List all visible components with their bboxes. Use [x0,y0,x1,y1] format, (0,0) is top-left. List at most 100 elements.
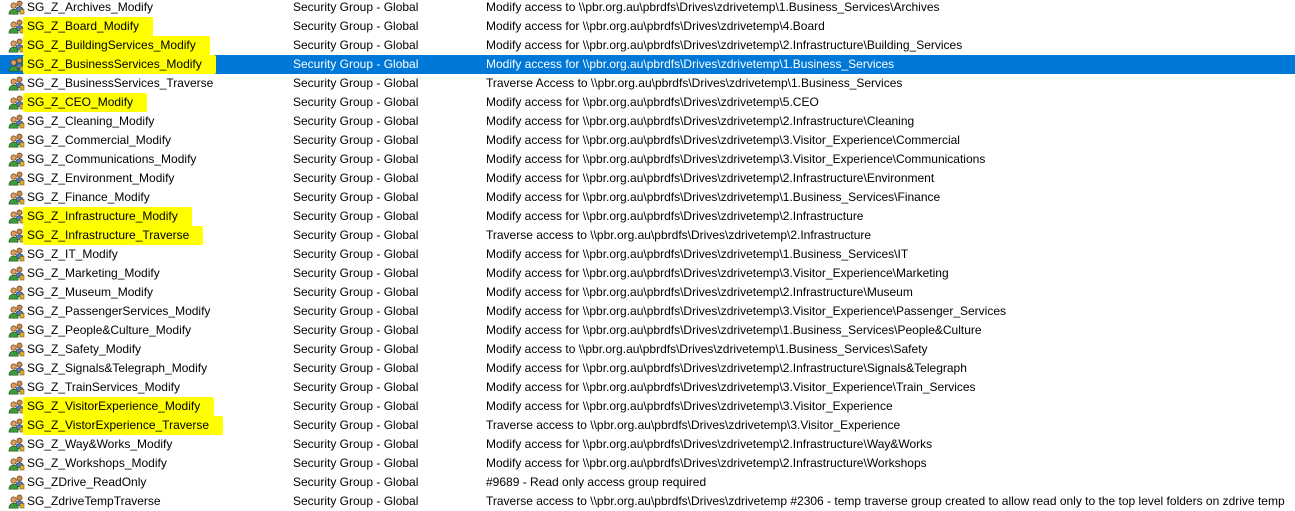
group-description: Traverse Access to \\pbr.org.au\pbrdfs\D… [486,76,903,90]
group-name: SG_Z_Board_Modify [23,17,154,36]
group-type: Security Group - Global [293,475,419,489]
group-list[interactable]: SG_Z_Archives_Modify Security Group - Gl… [0,0,1295,511]
group-name: SG_Z_BuildingServices_Modify [23,36,210,55]
list-item[interactable]: SG_Z_Workshops_Modify Security Group - G… [0,454,1295,473]
group-type: Security Group - Global [293,228,419,242]
list-item[interactable]: SG_ZdriveTempTraverse Security Group - G… [0,492,1295,511]
group-description: Modify access for \\pbr.org.au\pbrdfs\Dr… [486,399,893,413]
group-type: Security Group - Global [293,304,419,318]
list-item[interactable]: SG_Z_PassengerServices_Modify Security G… [0,302,1295,321]
list-item[interactable]: SG_Z_VisitorExperience_Modify Security G… [0,397,1295,416]
group-name: SG_Z_VistorExperience_Traverse [23,416,224,435]
group-name: SG_Z_Archives_Modify [27,0,154,14]
group-name: SG_Z_PassengerServices_Modify [27,304,211,318]
list-item[interactable]: SG_Z_BuildingServices_Modify Security Gr… [0,36,1295,55]
group-name-cell: SG_Z_BusinessServices_Traverse [27,74,227,93]
group-type: Security Group - Global [293,285,419,299]
group-type: Security Group - Global [293,190,419,204]
group-name: SG_Z_Infrastructure_Modify [23,207,192,226]
group-type: Security Group - Global [293,114,419,128]
list-item[interactable]: SG_Z_TrainServices_Modify Security Group… [0,378,1295,397]
group-description: Modify access for \\pbr.org.au\pbrdfs\Dr… [486,323,982,337]
group-name-cell: SG_Z_People&Culture_Modify [27,321,205,340]
list-item[interactable]: SG_Z_Signals&Telegraph_Modify Security G… [0,359,1295,378]
list-item[interactable]: SG_Z_Safety_Modify Security Group - Glob… [0,340,1295,359]
group-name: SG_Z_People&Culture_Modify [27,323,192,337]
list-item[interactable]: SG_Z_Commercial_Modify Security Group - … [0,131,1295,150]
group-name-cell: SG_Z_Way&Works_Modify [27,435,186,454]
list-item[interactable]: SG_Z_BusinessServices_Modify Security Gr… [0,55,1295,74]
group-description: #9689 - Read only access group required [486,475,707,489]
group-name-cell: SG_Z_BuildingServices_Modify [23,36,210,55]
list-item[interactable]: SG_Z_Finance_Modify Security Group - Glo… [0,188,1295,207]
list-item[interactable]: SG_Z_BusinessServices_Traverse Security … [0,74,1295,93]
list-item[interactable]: SG_Z_Board_Modify Security Group - Globa… [0,17,1295,36]
list-item[interactable]: SG_Z_Way&Works_Modify Security Group - G… [0,435,1295,454]
group-name: SG_Z_Infrastructure_Traverse [23,226,204,245]
list-item[interactable]: SG_Z_IT_Modify Security Group - Global M… [0,245,1295,264]
list-item[interactable]: SG_Z_CEO_Modify Security Group - Global … [0,93,1295,112]
group-name-cell: SG_Z_Environment_Modify [27,169,188,188]
group-description: Modify access for \\pbr.org.au\pbrdfs\Dr… [486,38,963,52]
group-name-cell: SG_Z_TrainServices_Modify [27,378,194,397]
group-description: Modify access for \\pbr.org.au\pbrdfs\Dr… [486,95,819,109]
group-description: Traverse access to \\pbr.org.au\pbrdfs\D… [486,228,872,242]
list-item[interactable]: SG_Z_People&Culture_Modify Security Grou… [0,321,1295,340]
group-description: Modify access for \\pbr.org.au\pbrdfs\Dr… [486,380,976,394]
group-name-cell: SG_Z_Infrastructure_Modify [23,207,192,226]
group-name-cell: SG_Z_CEO_Modify [23,93,148,112]
group-name-cell: SG_Z_Signals&Telegraph_Modify [27,359,221,378]
group-name: SG_Z_VisitorExperience_Modify [23,397,215,416]
group-name-cell: SG_Z_Communications_Modify [27,150,210,169]
group-name-cell: SG_Z_VisitorExperience_Modify [23,397,215,416]
group-name: SG_Z_IT_Modify [27,247,118,261]
list-item[interactable]: SG_Z_Communications_Modify Security Grou… [0,150,1295,169]
group-name: SG_Z_Workshops_Modify [27,456,167,470]
group-type: Security Group - Global [293,437,419,451]
group-type: Security Group - Global [293,399,419,413]
group-name-cell: SG_ZDrive_ReadOnly [27,473,160,492]
group-description: Traverse access to \\pbr.org.au\pbrdfs\D… [486,494,1285,508]
group-name-cell: SG_Z_Archives_Modify [27,0,167,17]
group-name: SG_Z_Way&Works_Modify [27,437,173,451]
group-description: Modify access for \\pbr.org.au\pbrdfs\Dr… [486,190,941,204]
group-name-cell: SG_Z_Safety_Modify [27,340,155,359]
group-name: SG_ZdriveTempTraverse [27,494,161,508]
group-name: SG_Z_Marketing_Modify [27,266,160,280]
group-name-cell: SG_Z_Finance_Modify [27,188,164,207]
group-description: Modify access for \\pbr.org.au\pbrdfs\Dr… [486,114,915,128]
group-name-cell: SG_Z_PassengerServices_Modify [27,302,224,321]
group-name: SG_ZDrive_ReadOnly [27,475,147,489]
group-description: Modify access for \\pbr.org.au\pbrdfs\Dr… [486,456,927,470]
group-description: Modify access for \\pbr.org.au\pbrdfs\Dr… [486,133,960,147]
list-item[interactable]: SG_Z_Marketing_Modify Security Group - G… [0,264,1295,283]
group-type: Security Group - Global [293,76,419,90]
list-item[interactable]: SG_Z_Cleaning_Modify Security Group - Gl… [0,112,1295,131]
list-item[interactable]: SG_ZDrive_ReadOnly Security Group - Glob… [0,473,1295,492]
group-type: Security Group - Global [293,209,419,223]
group-name-cell: SG_Z_Cleaning_Modify [27,112,168,131]
list-item[interactable]: SG_Z_Museum_Modify Security Group - Glob… [0,283,1295,302]
group-description: Modify access for \\pbr.org.au\pbrdfs\Dr… [486,361,967,375]
group-name-cell: SG_Z_Museum_Modify [27,283,167,302]
group-type: Security Group - Global [293,456,419,470]
list-item[interactable]: SG_Z_Infrastructure_Modify Security Grou… [0,207,1295,226]
group-description: Modify access for \\pbr.org.au\pbrdfs\Dr… [486,304,1007,318]
group-type: Security Group - Global [293,133,419,147]
group-description: Modify access for \\pbr.org.au\pbrdfs\Dr… [486,285,913,299]
list-item[interactable]: SG_Z_Archives_Modify Security Group - Gl… [0,0,1295,17]
list-item[interactable]: SG_Z_VistorExperience_Traverse Security … [0,416,1295,435]
group-name: SG_Z_BusinessServices_Traverse [27,76,214,90]
list-item[interactable]: SG_Z_Environment_Modify Security Group -… [0,169,1295,188]
group-name: SG_Z_Cleaning_Modify [27,114,155,128]
group-description: Modify access for \\pbr.org.au\pbrdfs\Dr… [486,437,933,451]
group-name-cell: SG_Z_BusinessServices_Modify [23,55,216,74]
group-type: Security Group - Global [293,380,419,394]
list-item[interactable]: SG_Z_Infrastructure_Traverse Security Gr… [0,226,1295,245]
group-description: Modify access for \\pbr.org.au\pbrdfs\Dr… [486,19,825,33]
group-description: Modify access for \\pbr.org.au\pbrdfs\Dr… [486,57,895,71]
group-name: SG_Z_CEO_Modify [23,93,148,112]
group-name-cell: SG_Z_VistorExperience_Traverse [23,416,224,435]
group-name: SG_Z_BusinessServices_Modify [23,55,216,74]
group-name-cell: SG_ZdriveTempTraverse [27,492,175,511]
